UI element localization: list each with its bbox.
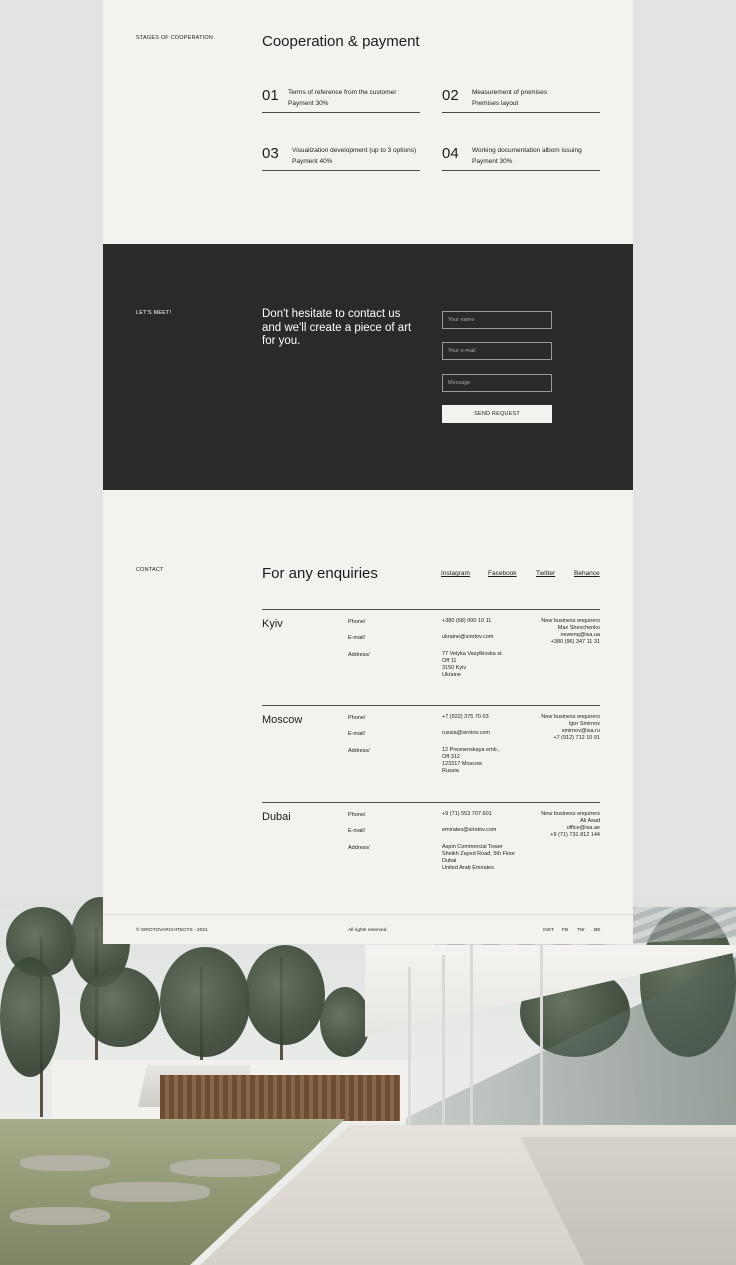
biz-heading: New business enquirers	[541, 714, 600, 720]
stages-title: Cooperation & payment	[262, 33, 420, 50]
facebook-link[interactable]: Facebook	[488, 570, 517, 577]
address-line: Russia	[442, 768, 459, 774]
email-label: E-mail/	[348, 635, 366, 641]
biz-phone[interactable]: +380 (96) 347 11 31	[541, 639, 600, 646]
cta-text: Don't hesitate to contact us and we'll c…	[262, 308, 412, 347]
biz-email[interactable]: office@isa.ae	[541, 825, 600, 832]
twitter-link[interactable]: Twitter	[536, 570, 555, 577]
meet-section-label: LET'S MEET!	[136, 310, 172, 316]
behance-link[interactable]: Behance	[574, 570, 600, 577]
name-input[interactable]	[442, 311, 552, 329]
footer-link-tw[interactable]: TW	[577, 928, 584, 933]
stage-item-4: 04 Working documentation albom issuing P…	[442, 141, 600, 171]
office-email[interactable]: emirates@sirotov.com	[442, 827, 496, 834]
stage-item-3: 03 Visualization development (up to 3 op…	[262, 141, 420, 171]
address-label: Address/	[348, 845, 370, 851]
stage-line2: Payment 30%	[472, 158, 513, 165]
address-line: 77 Velyka Vasylkivska st.	[442, 651, 504, 657]
footer-rights: All rights reserved	[348, 928, 387, 933]
page-card: STAGES OF COOPERATION Cooperation & paym…	[103, 0, 633, 944]
biz-heading: New business enquirers	[541, 618, 600, 624]
phone-label: Phone/	[348, 715, 366, 721]
footer-link-fb[interactable]: FB	[562, 928, 568, 933]
instagram-link[interactable]: Instagram	[441, 570, 470, 577]
email-label: E-mail/	[348, 731, 366, 737]
business-contact: New business enquirers Ali Asad office@i…	[541, 811, 600, 839]
email-label: E-mail/	[348, 828, 366, 834]
office-address: Aspin Commercial Tower Sheikh Zayed Road…	[442, 844, 515, 872]
stage-number: 01	[262, 87, 279, 104]
address-line: United Arab Emirates	[442, 865, 494, 871]
office-email[interactable]: ukraine@sirotov.com	[442, 634, 493, 641]
phone-label: Phone/	[348, 812, 366, 818]
biz-name: Ali Asad	[580, 818, 600, 824]
biz-name: Igor Smirnov	[568, 721, 600, 727]
email-input[interactable]	[442, 342, 552, 360]
address-line: Off 312	[442, 754, 460, 760]
stage-line1: Measurement of premises	[472, 89, 548, 96]
footer-link-be[interactable]: BE	[594, 928, 600, 933]
stage-number: 02	[442, 87, 459, 104]
house-photo	[0, 897, 736, 1265]
office-phone[interactable]: +9 (71) 553 707 601	[442, 811, 492, 818]
stage-line1: Visualization development (up to 3 optio…	[292, 147, 417, 154]
address-line: 12 Presnenskaya emb.,	[442, 747, 500, 753]
contact-form-section: LET'S MEET! Don't hesitate to contact us…	[103, 244, 633, 490]
stage-number: 03	[262, 145, 279, 162]
address-line: Ukraine	[442, 672, 461, 678]
office-moscow: Moscow Phone/ E-mail/ Address/ +7 (922) …	[262, 705, 600, 802]
stage-text: Working documentation albom issuing Paym…	[472, 145, 582, 167]
footer-divider	[103, 914, 633, 915]
footer-copyright: © SIROTOVARCHITECTS - 2021	[136, 928, 208, 933]
stage-line2: Premises layout	[472, 100, 519, 107]
business-contact: New business enquirers Max Shevchenko ne…	[541, 618, 600, 646]
address-line: 3150 Kyiv	[442, 665, 467, 671]
message-input[interactable]	[442, 374, 552, 392]
office-city: Kyiv	[262, 618, 283, 630]
stage-item-2: 02 Measurement of premises Premises layo…	[442, 83, 600, 113]
biz-phone[interactable]: +7 (912) 712 10 91	[541, 735, 600, 742]
phone-label: Phone/	[348, 619, 366, 625]
address-line: Sheikh Zayed Road, 5th Floor	[442, 851, 516, 857]
address-label: Address/	[348, 748, 370, 754]
send-request-button[interactable]: SEND REQUEST	[442, 405, 552, 423]
office-phone[interactable]: +7 (922) 375 70 03	[442, 714, 489, 721]
stage-line2: Payment 40%	[292, 158, 333, 165]
office-address: 12 Presnenskaya emb., Off 312 123317 Mos…	[442, 747, 500, 775]
address-label: Address/	[348, 652, 370, 658]
office-kyiv: Kyiv Phone/ E-mail/ Address/ +380 (68) 0…	[262, 609, 600, 705]
address-line: 123317 Moscow	[442, 761, 483, 767]
stage-text: Terms of reference from the customer Pay…	[288, 87, 396, 109]
stage-text: Visualization development (up to 3 optio…	[292, 145, 416, 167]
address-line: Aspin Commercial Tower	[442, 844, 503, 850]
biz-email[interactable]: newenq@isa.ua	[541, 632, 600, 639]
biz-heading: New business enquirers	[541, 811, 600, 817]
footer-link-inst[interactable]: INST	[543, 928, 554, 933]
stage-line2: Payment 30%	[288, 100, 329, 107]
office-email[interactable]: russia@sirotov.com	[442, 730, 490, 737]
office-address: 77 Velyka Vasylkivska st. Off 11 3150 Ky…	[442, 651, 503, 679]
stage-line1: Terms of reference from the customer	[288, 89, 397, 96]
biz-email[interactable]: smirnov@isa.ru	[541, 728, 600, 735]
address-line: Off 11	[442, 658, 457, 664]
office-city: Dubai	[262, 811, 291, 823]
office-phone[interactable]: +380 (68) 000 10 11	[442, 618, 491, 625]
business-contact: New business enquirers Igor Smirnov smir…	[541, 714, 600, 742]
contact-title: For any enquiries	[262, 565, 378, 582]
office-city: Moscow	[262, 714, 303, 726]
biz-phone[interactable]: +9 (71) 731 812 144	[541, 832, 600, 839]
stage-line1: Working documentation albom issuing	[472, 147, 582, 154]
stage-number: 04	[442, 145, 459, 162]
office-dubai: Dubai Phone/ E-mail/ Address/ +9 (71) 55…	[262, 802, 600, 892]
stage-text: Measurement of premises Premises layout	[472, 87, 547, 109]
stages-section-label: STAGES OF COOPERATION	[136, 35, 214, 41]
contact-section-label: CONTACT	[136, 567, 164, 573]
stage-item-1: 01 Terms of reference from the customer …	[262, 83, 420, 113]
biz-name: Max Shevchenko	[557, 625, 600, 631]
address-line: Dubai	[442, 858, 457, 864]
